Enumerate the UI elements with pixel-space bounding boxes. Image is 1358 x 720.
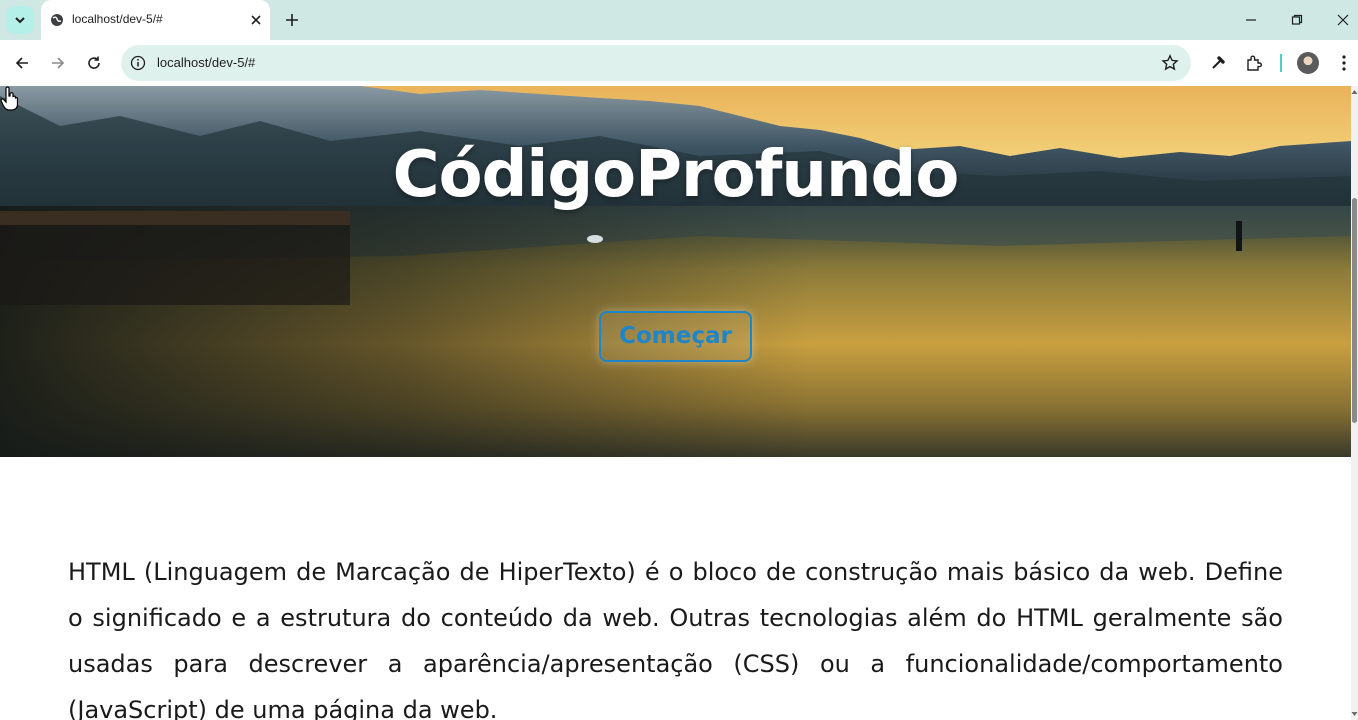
arrow-right-icon [52,57,65,69]
tab-title: localhost/dev-5/# [72,12,163,26]
reload-button[interactable] [83,52,105,74]
intro-paragraph: HTML (Linguagem de Marcação de HiperText… [68,558,1283,720]
reload-icon [88,56,100,69]
page-viewport: CódigoProfundo Começar HTML (Linguagem d… [0,86,1351,720]
hand-cursor-icon [0,86,18,111]
minimize-button[interactable] [1241,10,1261,30]
menu-button[interactable] [1333,52,1355,74]
browser-tab-active[interactable]: localhost/dev-5/# [41,0,270,40]
extensions-button[interactable] [1243,52,1265,74]
restore-button[interactable] [1287,10,1307,30]
back-button[interactable] [11,52,33,74]
tab-search-button[interactable] [6,6,34,34]
puzzle-icon [1247,55,1262,71]
tab-close-button[interactable] [247,11,265,29]
eyedropper-button[interactable] [1207,52,1229,74]
close-icon [1337,14,1349,26]
browser-toolbar: localhost/dev-5/# [0,40,1358,86]
scrollbar-thumb[interactable] [1352,198,1357,423]
arrow-left-icon [15,57,28,69]
page-scrollbar[interactable] [1351,86,1358,720]
info-icon[interactable] [130,55,146,71]
toolbar-divider [1280,54,1282,72]
chevron-down-icon [15,17,25,24]
triangle-up-icon[interactable] [1351,88,1358,96]
triangle-down-icon[interactable] [1351,710,1358,718]
hero-title: CódigoProfundo [392,138,960,212]
minimize-icon [1246,19,1256,21]
plus-icon [286,14,298,26]
star-icon[interactable] [1161,54,1179,72]
restore-icon [1291,14,1303,25]
globe-icon [51,14,63,26]
profile-avatar[interactable] [1297,52,1319,74]
close-icon [251,15,261,25]
eyedropper-icon [1212,56,1225,69]
more-vert-icon [1342,55,1346,71]
forward-button[interactable] [47,52,69,74]
comecar-button[interactable]: Começar [599,311,752,362]
tab-strip: localhost/dev-5/# [0,0,1358,40]
window-close-button[interactable] [1333,10,1353,30]
hero-section: CódigoProfundo Começar [0,86,1351,457]
new-tab-button[interactable] [282,10,302,30]
url-text[interactable]: localhost/dev-5/# [157,55,255,70]
address-bar[interactable]: localhost/dev-5/# [121,45,1191,81]
